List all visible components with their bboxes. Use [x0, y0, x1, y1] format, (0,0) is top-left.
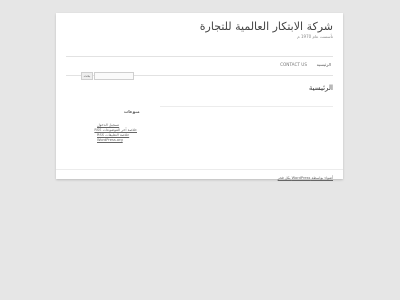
site-title[interactable]: شركة الابتكار العالمية للتجارة — [200, 20, 333, 33]
meta-widget-title: منوعات — [124, 109, 140, 114]
search-input[interactable] — [94, 72, 134, 80]
page-container: شركة الابتكار العالمية للتجارة تأسست عام… — [56, 13, 343, 180]
page-title: الرئيسية — [308, 84, 333, 92]
meta-link-wordpress[interactable]: WordPress.org — [97, 138, 137, 143]
site-description: تأسست عام 1970 م — [297, 34, 333, 39]
nav-item-home[interactable]: الرئيسية — [317, 62, 331, 67]
search-button[interactable]: بحث — [81, 72, 93, 80]
footer-divider — [56, 169, 343, 170]
content-divider — [160, 106, 333, 107]
meta-widget-list: تسجيل الدخول خلاصة آخر الموضوعات RSS خلا… — [94, 123, 137, 143]
footer-credit-link[interactable]: أضواء بواسطة WordPress بكل فخر — [278, 176, 333, 180]
nav-item-contact[interactable]: CONTACT US — [280, 62, 307, 67]
